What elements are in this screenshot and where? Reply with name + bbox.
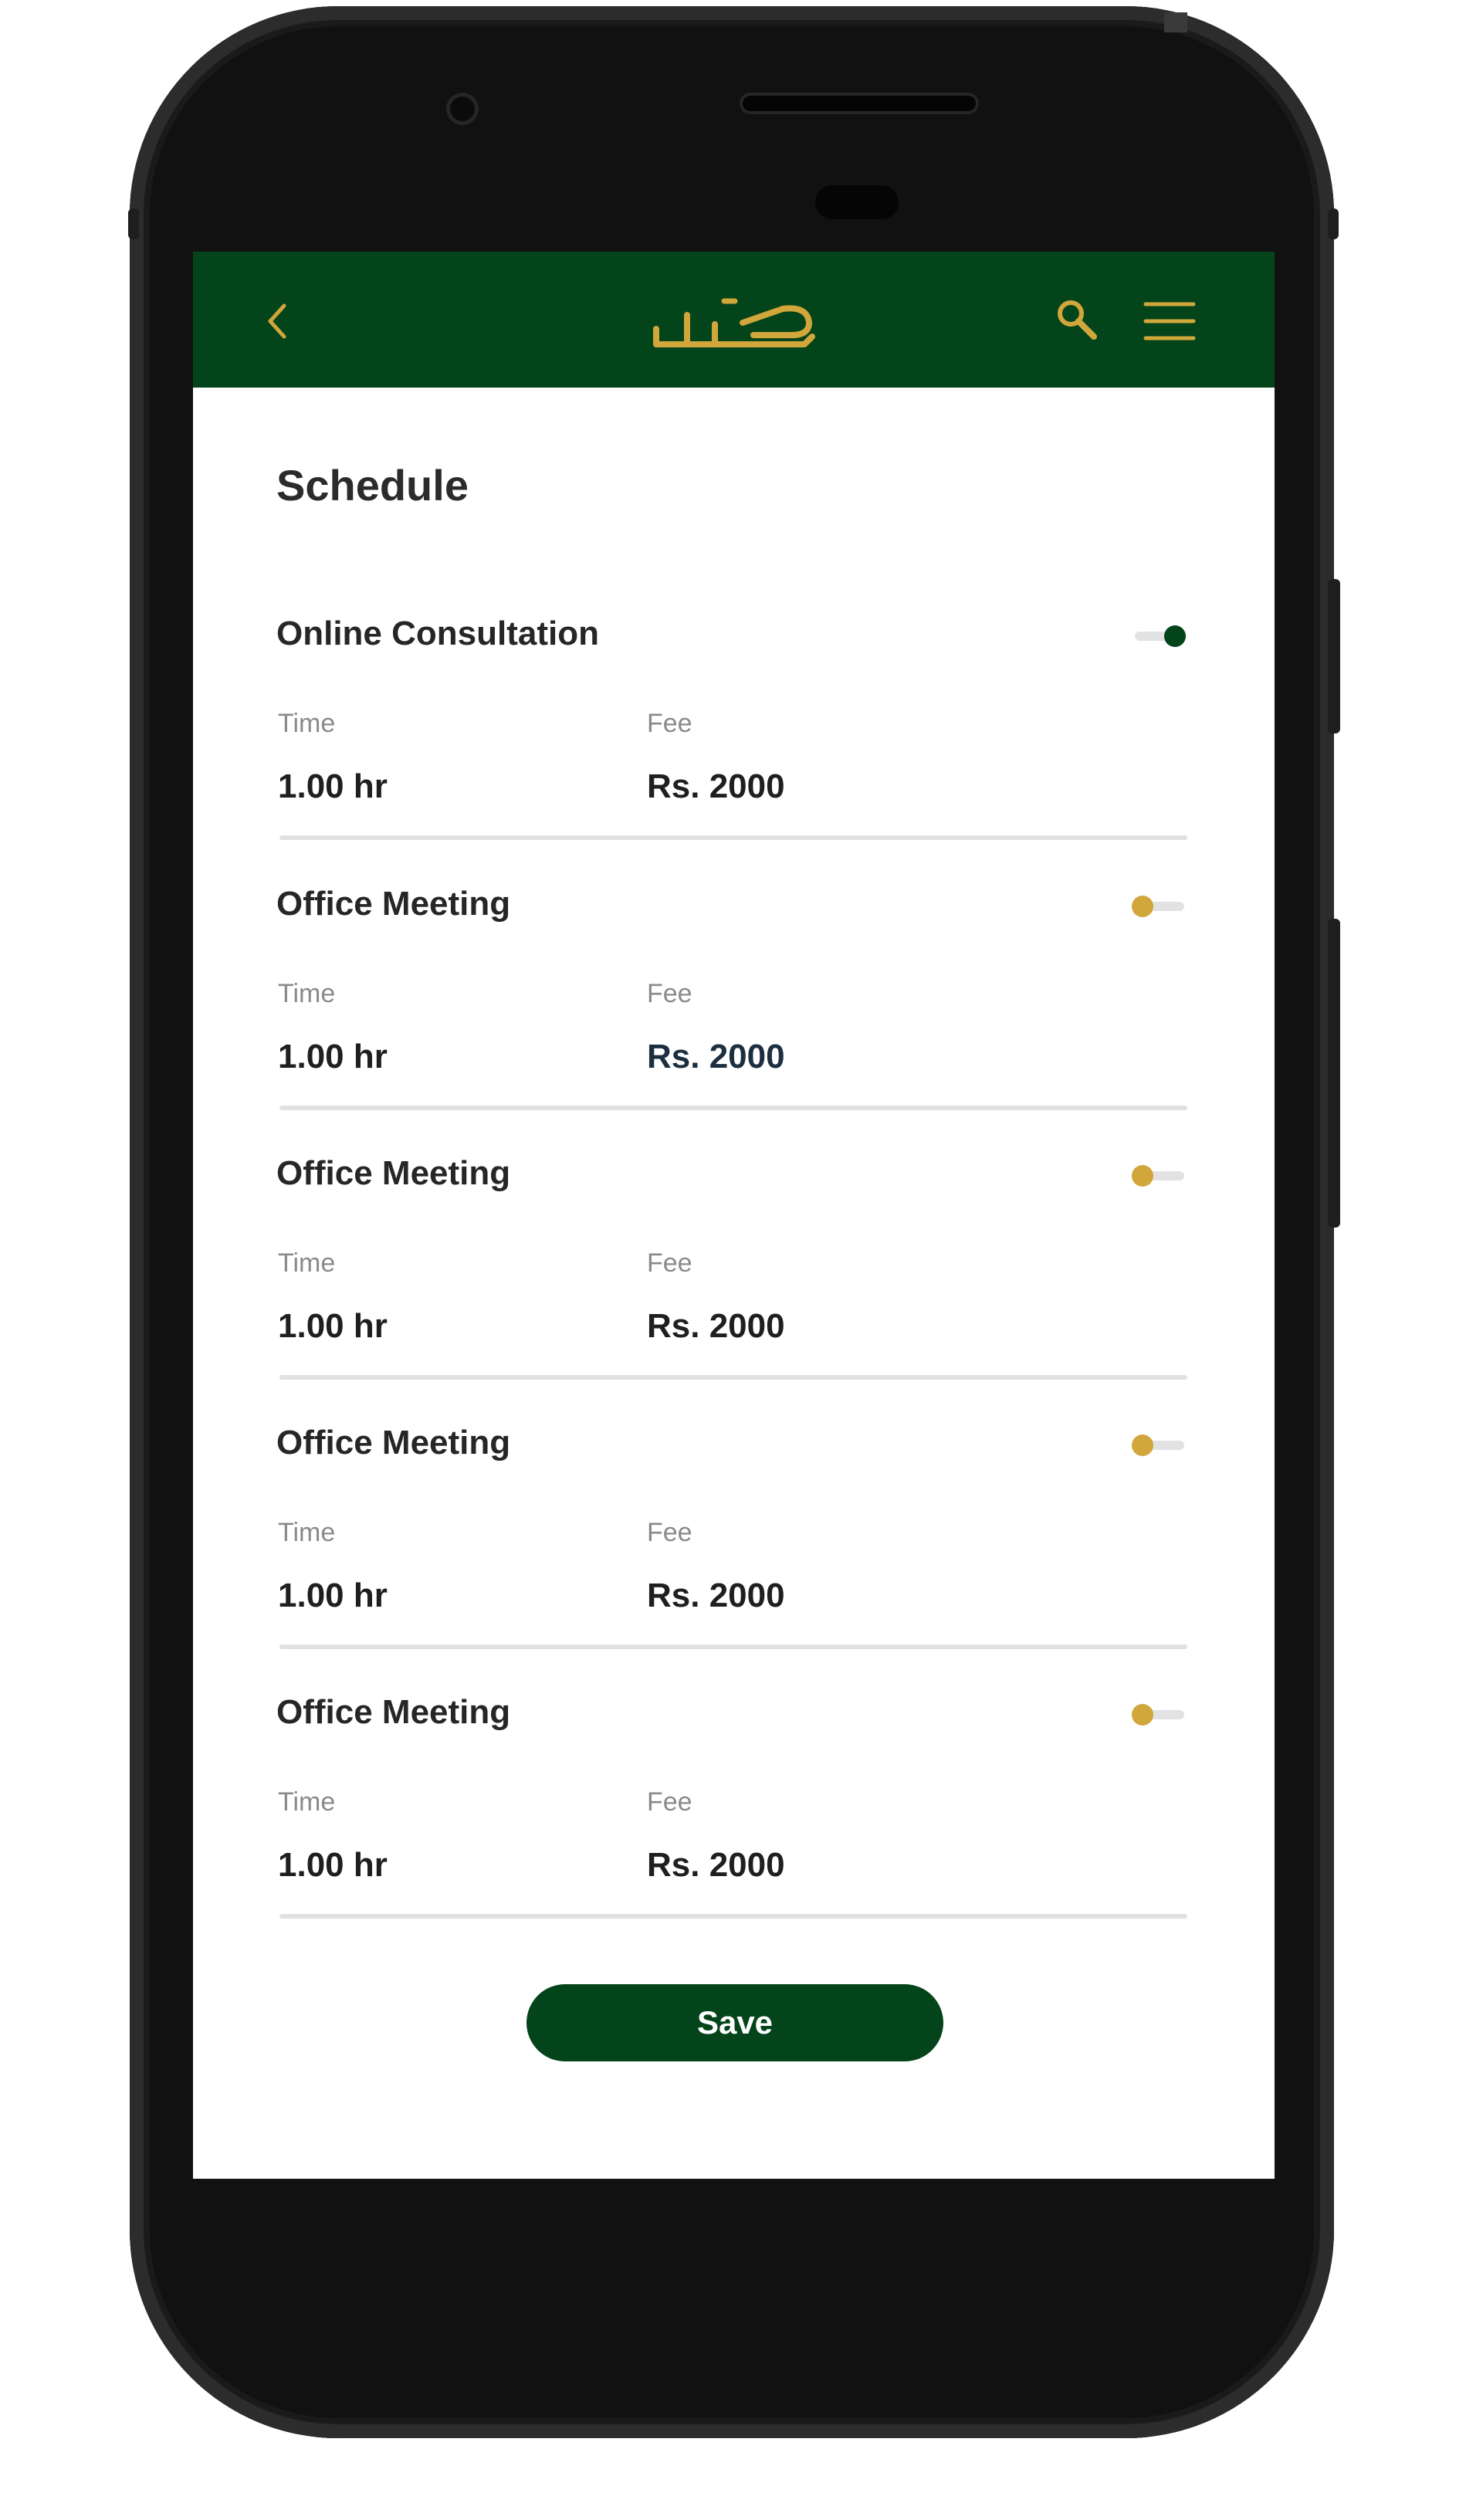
- schedule-toggle[interactable]: [1132, 1428, 1187, 1462]
- schedule-item: Office Meeting Time Fee 1.00 hr Rs. 2000: [276, 1154, 1187, 1424]
- app-logo: [653, 298, 815, 347]
- item-divider: [279, 1644, 1187, 1649]
- fee-label: Fee: [647, 979, 692, 1008]
- earpiece-speaker: [740, 93, 979, 114]
- front-camera-icon: [446, 93, 479, 125]
- toggle-knob: [1132, 1165, 1153, 1187]
- schedule-item-name: Office Meeting: [276, 1424, 511, 1462]
- app-header: [193, 252, 1275, 388]
- schedule-item-name: Office Meeting: [276, 1693, 511, 1731]
- fee-label: Fee: [647, 709, 692, 738]
- item-divider: [279, 1106, 1187, 1110]
- side-mark-right: [1328, 208, 1339, 239]
- fee-label: Fee: [647, 1518, 692, 1547]
- time-value[interactable]: 1.00 hr: [278, 767, 388, 806]
- save-button[interactable]: Save: [526, 1984, 943, 2061]
- schedule-item: Office Meeting Time Fee 1.00 hr Rs. 2000: [276, 1424, 1187, 1694]
- search-icon[interactable]: [1054, 296, 1100, 343]
- time-label: Time: [278, 1248, 336, 1278]
- schedule-toggle[interactable]: [1132, 889, 1187, 923]
- fee-value[interactable]: Rs. 2000: [647, 1038, 785, 1076]
- item-divider: [279, 1375, 1187, 1380]
- hamburger-menu-icon[interactable]: [1143, 300, 1197, 343]
- toggle-knob: [1132, 896, 1153, 917]
- schedule-item: Office Meeting Time Fee 1.00 hr Rs. 2000: [276, 885, 1187, 1155]
- time-value[interactable]: 1.00 hr: [278, 1577, 388, 1615]
- proximity-sensor: [815, 185, 899, 219]
- time-label: Time: [278, 1518, 336, 1547]
- app-screen: Schedule Online Consultation Time Fee 1.…: [193, 252, 1275, 2179]
- power-button: [1328, 579, 1340, 733]
- fee-label: Fee: [647, 1248, 692, 1278]
- schedule-toggle[interactable]: [1132, 1159, 1187, 1193]
- time-label: Time: [278, 979, 336, 1008]
- toggle-knob: [1164, 625, 1186, 647]
- time-value[interactable]: 1.00 hr: [278, 1307, 388, 1346]
- schedule-toggle[interactable]: [1132, 619, 1187, 653]
- side-mark-left: [128, 208, 139, 239]
- schedule-item-name: Office Meeting: [276, 1154, 511, 1192]
- fee-value[interactable]: Rs. 2000: [647, 767, 785, 806]
- item-divider: [279, 1914, 1187, 1919]
- phone-top-mark: [1164, 12, 1187, 32]
- fee-value[interactable]: Rs. 2000: [647, 1577, 785, 1615]
- schedule-item-name: Online Consultation: [276, 615, 599, 652]
- time-value[interactable]: 1.00 hr: [278, 1846, 388, 1885]
- toggle-knob: [1132, 1434, 1153, 1456]
- chevron-left-icon[interactable]: [262, 298, 293, 344]
- volume-button: [1328, 919, 1340, 1228]
- page-title: Schedule: [276, 461, 469, 510]
- schedule-toggle[interactable]: [1132, 1698, 1187, 1732]
- fee-label: Fee: [647, 1787, 692, 1817]
- time-value[interactable]: 1.00 hr: [278, 1038, 388, 1076]
- toggle-knob: [1132, 1704, 1153, 1726]
- fee-value[interactable]: Rs. 2000: [647, 1846, 785, 1885]
- schedule-item-name: Office Meeting: [276, 885, 511, 923]
- time-label: Time: [278, 709, 336, 738]
- fee-value[interactable]: Rs. 2000: [647, 1307, 785, 1346]
- time-label: Time: [278, 1787, 336, 1817]
- item-divider: [279, 835, 1187, 840]
- schedule-item: Office Meeting Time Fee 1.00 hr Rs. 2000: [276, 1693, 1187, 1963]
- schedule-item: Online Consultation Time Fee 1.00 hr Rs.…: [276, 615, 1187, 885]
